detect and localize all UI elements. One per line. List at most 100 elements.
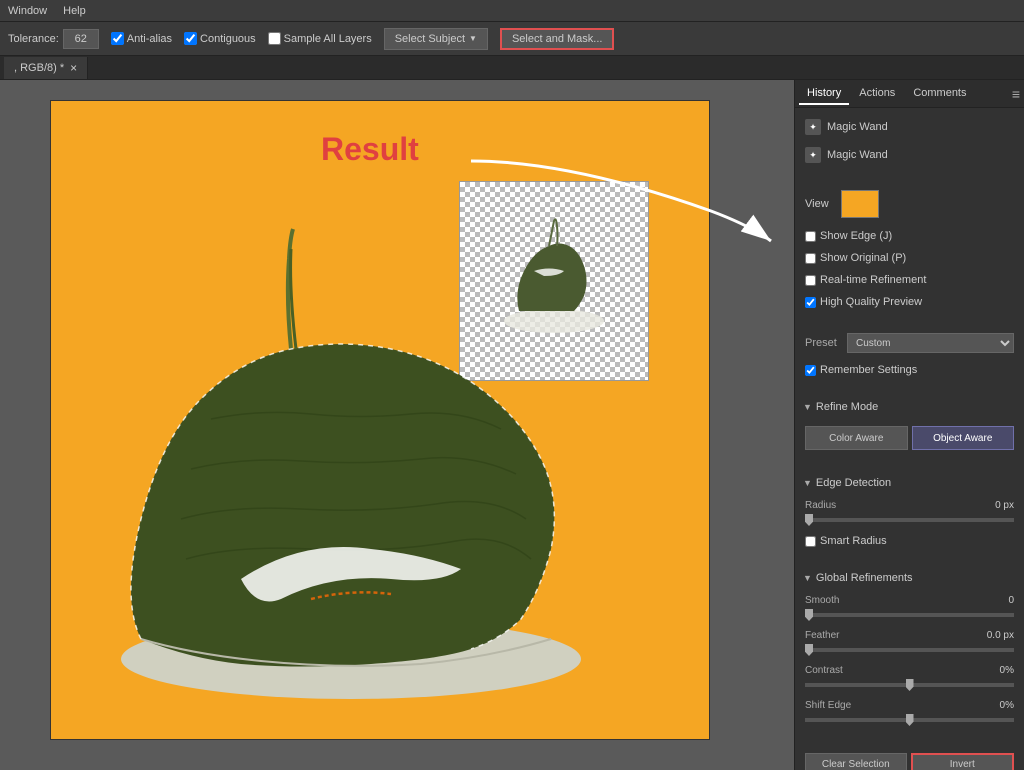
realtime-row: Real-time Refinement bbox=[801, 272, 1018, 288]
refine-buttons-group: Color Aware Object Aware bbox=[801, 422, 1018, 454]
smooth-slider[interactable] bbox=[805, 613, 1014, 617]
high-quality-checkbox[interactable] bbox=[805, 297, 816, 308]
tolerance-input[interactable] bbox=[63, 29, 99, 49]
panel-tab-group: History Actions Comments bbox=[799, 83, 975, 105]
object-aware-button[interactable]: Object Aware bbox=[912, 426, 1015, 450]
sample-all-layers-checkbox[interactable] bbox=[268, 32, 281, 45]
shift-edge-value: 0% bbox=[1000, 700, 1014, 711]
feather-slider-row: Feather 0.0 px bbox=[801, 628, 1018, 657]
wand-icon-1: ✦ bbox=[805, 119, 821, 135]
remember-settings-checkbox[interactable] bbox=[805, 365, 816, 376]
remember-settings-row: Remember Settings bbox=[801, 362, 1018, 378]
global-refinements-header[interactable]: ▼ Global Refinements bbox=[801, 569, 1018, 587]
contrast-slider-row: Contrast 0% bbox=[801, 663, 1018, 692]
tab-close-icon[interactable]: × bbox=[70, 61, 77, 75]
edge-detection-arrow-icon: ▼ bbox=[803, 478, 812, 488]
show-edge-checkbox[interactable] bbox=[805, 231, 816, 242]
smart-radius-label: Smart Radius bbox=[820, 535, 887, 547]
refine-mode-label: Refine Mode bbox=[816, 401, 878, 413]
chevron-down-icon: ▼ bbox=[469, 34, 477, 43]
right-panel: History Actions Comments ≡ ✦ Magic Wand … bbox=[794, 80, 1024, 770]
select-mask-button[interactable]: Select and Mask... bbox=[500, 28, 615, 50]
show-original-label: Show Original (P) bbox=[820, 252, 906, 264]
shift-edge-label-row: Shift Edge 0% bbox=[805, 700, 1014, 711]
anti-alias-label: Anti-alias bbox=[127, 33, 172, 45]
preset-select[interactable]: Custom bbox=[847, 333, 1014, 353]
radius-slider[interactable] bbox=[805, 518, 1014, 522]
action-buttons-row: Clear Selection Invert bbox=[801, 749, 1018, 770]
high-quality-label: High Quality Preview bbox=[820, 296, 922, 308]
feather-label-row: Feather 0.0 px bbox=[805, 630, 1014, 641]
shift-edge-label: Shift Edge bbox=[805, 700, 851, 711]
contrast-value: 0% bbox=[1000, 665, 1014, 676]
contrast-label: Contrast bbox=[805, 665, 843, 676]
color-aware-button[interactable]: Color Aware bbox=[805, 426, 908, 450]
canvas-area[interactable]: Result bbox=[0, 80, 794, 770]
contiguous-checkbox[interactable] bbox=[184, 32, 197, 45]
high-quality-row: High Quality Preview bbox=[801, 294, 1018, 310]
contrast-slider[interactable] bbox=[805, 683, 1014, 687]
clear-selection-button[interactable]: Clear Selection bbox=[805, 753, 907, 770]
shift-edge-slider[interactable] bbox=[805, 718, 1014, 722]
contrast-label-row: Contrast 0% bbox=[805, 665, 1014, 676]
history-item-2[interactable]: ✦ Magic Wand bbox=[801, 144, 1018, 166]
tab-bar: , RGB/8) * × bbox=[0, 56, 1024, 80]
panel-expand-icon[interactable]: ≡ bbox=[1012, 86, 1020, 102]
tab-title: , RGB/8) * bbox=[14, 62, 64, 74]
global-refinements-label: Global Refinements bbox=[816, 572, 913, 584]
remember-settings-label: Remember Settings bbox=[820, 364, 917, 376]
panel-content: ✦ Magic Wand ✦ Magic Wand View Show Edge… bbox=[795, 108, 1024, 770]
sample-all-layers-label: Sample All Layers bbox=[284, 33, 372, 45]
menu-window[interactable]: Window bbox=[8, 5, 47, 17]
smooth-value: 0 bbox=[1008, 595, 1014, 606]
refine-mode-header[interactable]: ▼ Refine Mode bbox=[801, 398, 1018, 416]
tolerance-group: Tolerance: bbox=[8, 29, 99, 49]
contiguous-group: Contiguous bbox=[184, 32, 256, 45]
radius-label-row: Radius 0 px bbox=[805, 500, 1014, 511]
radius-slider-row: Radius 0 px bbox=[801, 498, 1018, 527]
smooth-slider-row: Smooth 0 bbox=[801, 593, 1018, 622]
tab-comments[interactable]: Comments bbox=[905, 83, 974, 105]
sample-all-layers-group: Sample All Layers bbox=[268, 32, 372, 45]
show-original-checkbox[interactable] bbox=[805, 253, 816, 264]
main-layout: Result bbox=[0, 80, 1024, 770]
view-label: View bbox=[805, 198, 835, 210]
shift-edge-slider-row: Shift Edge 0% bbox=[801, 698, 1018, 727]
edge-detection-label: Edge Detection bbox=[816, 477, 891, 489]
feather-value: 0.0 px bbox=[987, 630, 1014, 641]
panel-icons: ≡ bbox=[1012, 86, 1020, 102]
view-thumbnail[interactable] bbox=[841, 190, 879, 218]
contiguous-label: Contiguous bbox=[200, 33, 256, 45]
tolerance-label: Tolerance: bbox=[8, 33, 59, 45]
select-mask-label: Select and Mask... bbox=[512, 33, 603, 45]
show-original-row: Show Original (P) bbox=[801, 250, 1018, 266]
preset-label: Preset bbox=[805, 337, 841, 349]
menu-bar: Window Help bbox=[0, 0, 1024, 22]
edge-detection-header[interactable]: ▼ Edge Detection bbox=[801, 474, 1018, 492]
history-label-1: Magic Wand bbox=[827, 121, 888, 133]
menu-help[interactable]: Help bbox=[63, 5, 86, 17]
tab-history[interactable]: History bbox=[799, 83, 849, 105]
feather-label: Feather bbox=[805, 630, 839, 641]
global-refinements-arrow-icon: ▼ bbox=[803, 573, 812, 583]
document-tab[interactable]: , RGB/8) * × bbox=[4, 57, 88, 79]
smart-radius-row: Smart Radius bbox=[801, 533, 1018, 549]
smart-radius-checkbox[interactable] bbox=[805, 536, 816, 547]
anti-alias-group: Anti-alias bbox=[111, 32, 172, 45]
show-edge-label: Show Edge (J) bbox=[820, 230, 892, 242]
canvas-content: Result bbox=[50, 100, 710, 740]
realtime-checkbox[interactable] bbox=[805, 275, 816, 286]
history-label-2: Magic Wand bbox=[827, 149, 888, 161]
smooth-label: Smooth bbox=[805, 595, 839, 606]
invert-button[interactable]: Invert bbox=[911, 753, 1015, 770]
history-item-1[interactable]: ✦ Magic Wand bbox=[801, 116, 1018, 138]
main-shoe-svg bbox=[61, 219, 641, 719]
preset-row: Preset Custom bbox=[801, 330, 1018, 356]
select-subject-button[interactable]: Select Subject ▼ bbox=[384, 28, 488, 50]
anti-alias-checkbox[interactable] bbox=[111, 32, 124, 45]
show-edge-row: Show Edge (J) bbox=[801, 228, 1018, 244]
tab-actions[interactable]: Actions bbox=[851, 83, 903, 105]
canvas-image: Result bbox=[50, 100, 710, 740]
realtime-label: Real-time Refinement bbox=[820, 274, 926, 286]
feather-slider[interactable] bbox=[805, 648, 1014, 652]
